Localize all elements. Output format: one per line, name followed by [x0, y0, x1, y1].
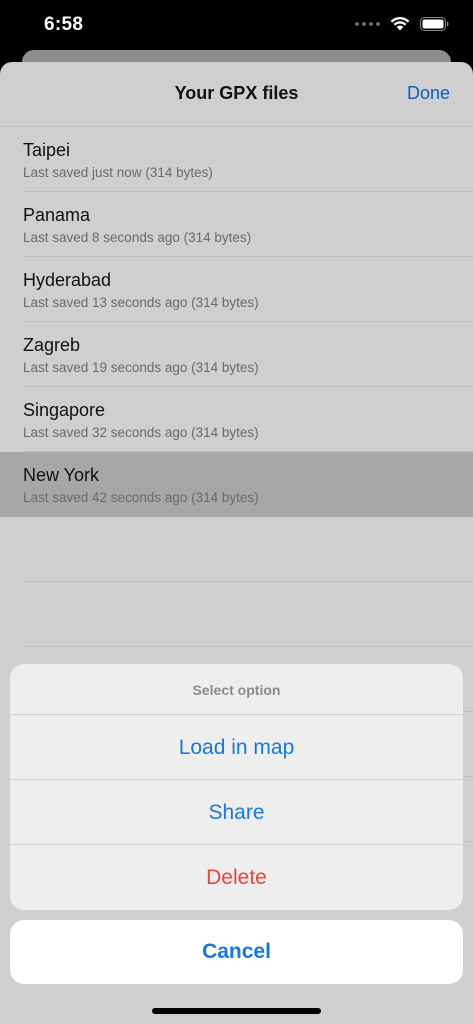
file-row-panama[interactable]: Panama Last saved 8 seconds ago (314 byt…: [0, 192, 473, 257]
home-indicator: [152, 1008, 321, 1014]
status-indicators: [355, 16, 449, 31]
status-bar: 6:58: [0, 0, 473, 52]
file-row-new-york[interactable]: New York Last saved 42 seconds ago (314 …: [0, 452, 473, 517]
nav-bar: Your GPX files Done: [0, 62, 473, 127]
load-in-map-button[interactable]: Load in map: [10, 715, 463, 780]
file-subtitle: Last saved 13 seconds ago (314 bytes): [23, 295, 259, 310]
battery-icon: [420, 16, 449, 31]
cancel-label: Cancel: [202, 940, 271, 963]
screen: 6:58 Your GPX files Done Taipei Last sav…: [0, 0, 473, 1024]
file-name: Hyderabad: [23, 270, 112, 290]
cellular-signal-icon: [355, 21, 380, 26]
file-name: Singapore: [23, 400, 106, 420]
done-button[interactable]: Done: [407, 83, 450, 104]
empty-row: [0, 582, 473, 647]
file-subtitle: Last saved just now (314 bytes): [23, 165, 213, 180]
wifi-icon: [390, 16, 410, 31]
page-title: Your GPX files: [174, 83, 299, 103]
load-in-map-label: Load in map: [178, 736, 295, 759]
empty-row: [0, 517, 473, 582]
share-button[interactable]: Share: [10, 780, 463, 845]
action-sheet: Select option Load in map Share Delete: [10, 664, 463, 910]
status-time: 6:58: [44, 14, 84, 35]
file-subtitle: Last saved 32 seconds ago (314 bytes): [23, 425, 259, 440]
file-name: Panama: [23, 205, 91, 225]
file-row-zagreb[interactable]: Zagreb Last saved 19 seconds ago (314 by…: [0, 322, 473, 387]
delete-label: Delete: [206, 866, 267, 889]
file-row-singapore[interactable]: Singapore Last saved 32 seconds ago (314…: [0, 387, 473, 452]
file-subtitle: Last saved 8 seconds ago (314 bytes): [23, 230, 252, 245]
file-row-hyderabad[interactable]: Hyderabad Last saved 13 seconds ago (314…: [0, 257, 473, 322]
action-sheet-header: Select option: [10, 664, 463, 715]
file-row-taipei[interactable]: Taipei Last saved just now (314 bytes): [0, 127, 473, 192]
file-subtitle: Last saved 42 seconds ago (314 bytes): [23, 490, 259, 505]
file-name: New York: [23, 465, 100, 485]
file-name: Zagreb: [23, 335, 81, 355]
file-subtitle: Last saved 19 seconds ago (314 bytes): [23, 360, 259, 375]
action-sheet-title: Select option: [192, 682, 281, 698]
share-label: Share: [208, 801, 265, 824]
cancel-button[interactable]: Cancel: [10, 920, 463, 984]
file-name: Taipei: [23, 140, 71, 160]
delete-button[interactable]: Delete: [10, 845, 463, 910]
